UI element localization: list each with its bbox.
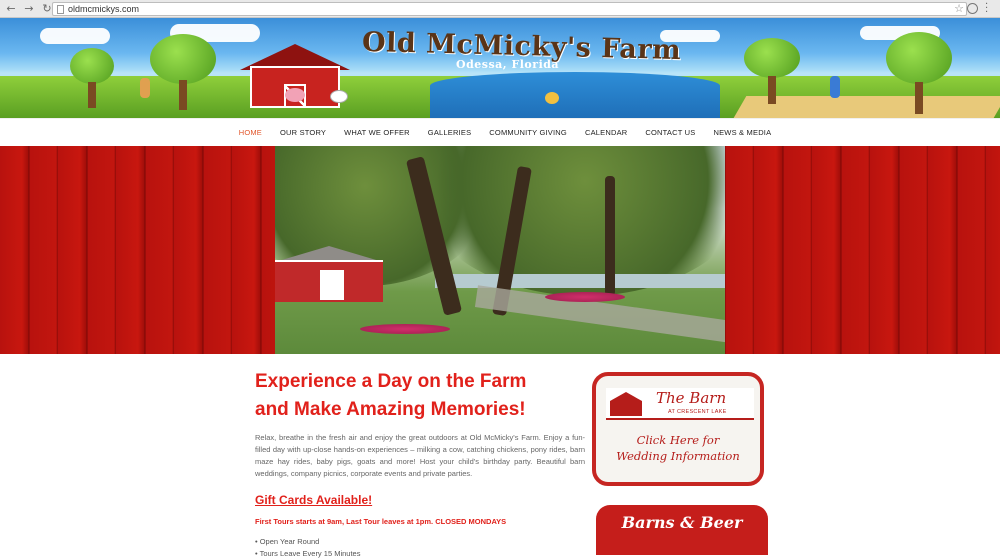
tree-illustration [150,34,216,110]
list-item: • Open Year Round [255,537,320,546]
tour-hours: First Tours starts at 9am, Last Tour lea… [255,517,507,526]
nav-item-community-giving[interactable]: COMMUNITY GIVING [480,128,576,137]
page-icon [57,4,64,14]
nav-item-what-we-offer[interactable]: WHAT WE OFFER [335,128,419,137]
nav-item-galleries[interactable]: GALLERIES [419,128,481,137]
sheep-illustration [330,90,348,103]
barn-logo: The Barn AT CRESCENT LAKE [606,388,754,420]
boat-child-illustration [545,92,559,104]
gift-cards-link[interactable]: Gift Cards Available! [255,493,372,507]
lake [430,72,720,118]
info-list: • Open Year Round • Tours Leave Every 15… [255,536,585,560]
child-illustration [830,76,840,98]
headline-line-1: Experience a Day on the Farm [255,371,527,392]
nav-item-our-story[interactable]: OUR STORY [271,128,335,137]
hero-red-wood-background [0,146,1000,354]
nav-item-home[interactable]: HOME [230,128,271,137]
sidebar: The Barn AT CRESCENT LAKE Click Here for… [592,372,768,555]
browser-menu-icon[interactable]: · · · [985,0,994,18]
hero-farm-photo [275,146,725,354]
address-bar[interactable]: oldmcmickys.com [52,2,967,16]
browser-toolbar: ← → ↻ oldmcmickys.com ☆ · · · [0,0,1000,18]
forward-icon[interactable]: → [22,2,36,16]
tree-illustration [886,32,952,114]
intro-paragraph: Relax, breathe in the fresh air and enjo… [255,433,585,478]
cta-line: Click Here for [636,433,720,447]
barn-photo [275,246,383,302]
barn-logo-title: The Barn [656,389,727,407]
tree-trunk [605,176,615,296]
flower-bed [545,292,625,302]
site-header-banner[interactable]: Old McMicky's Farm Odessa, Florida [0,18,1000,118]
tree-illustration [744,38,800,104]
main-content: Experience a Day on the Farm and Make Am… [255,368,585,560]
headline-line-2: and Make Amazing Memories! [255,399,526,420]
list-item: • Tours Leave Every 15 Minutes [255,549,361,558]
flower-bed [360,324,450,334]
child-illustration [140,78,150,98]
barns-and-beer-banner[interactable]: Barns & Beer [596,505,768,555]
pig-illustration [285,88,305,102]
cta-line: Wedding Information [616,449,740,463]
extension-icon[interactable] [967,3,978,14]
site-subtitle: Odessa, Florida [456,58,560,71]
barns-and-beer-title: Barns & Beer [621,513,743,532]
barn-logo-subtitle: AT CRESCENT LAKE [668,409,727,415]
nav-item-news-media[interactable]: NEWS & MEDIA [704,128,780,137]
cloud [40,28,110,44]
back-icon[interactable]: ← [4,2,18,16]
nav-item-contact-us[interactable]: CONTACT US [636,128,704,137]
bookmark-star-icon[interactable]: ☆ [954,2,964,15]
address-bar-url: oldmcmickys.com [68,4,140,14]
wedding-info-cta[interactable]: Click Here for Wedding Information [596,432,760,464]
wedding-info-banner[interactable]: The Barn AT CRESCENT LAKE Click Here for… [592,372,764,486]
main-navigation: HOME OUR STORY WHAT WE OFFER GALLERIES C… [0,118,1000,146]
tree-illustration [70,48,114,108]
barn-icon [610,392,642,416]
nav-item-calendar[interactable]: CALENDAR [576,128,636,137]
